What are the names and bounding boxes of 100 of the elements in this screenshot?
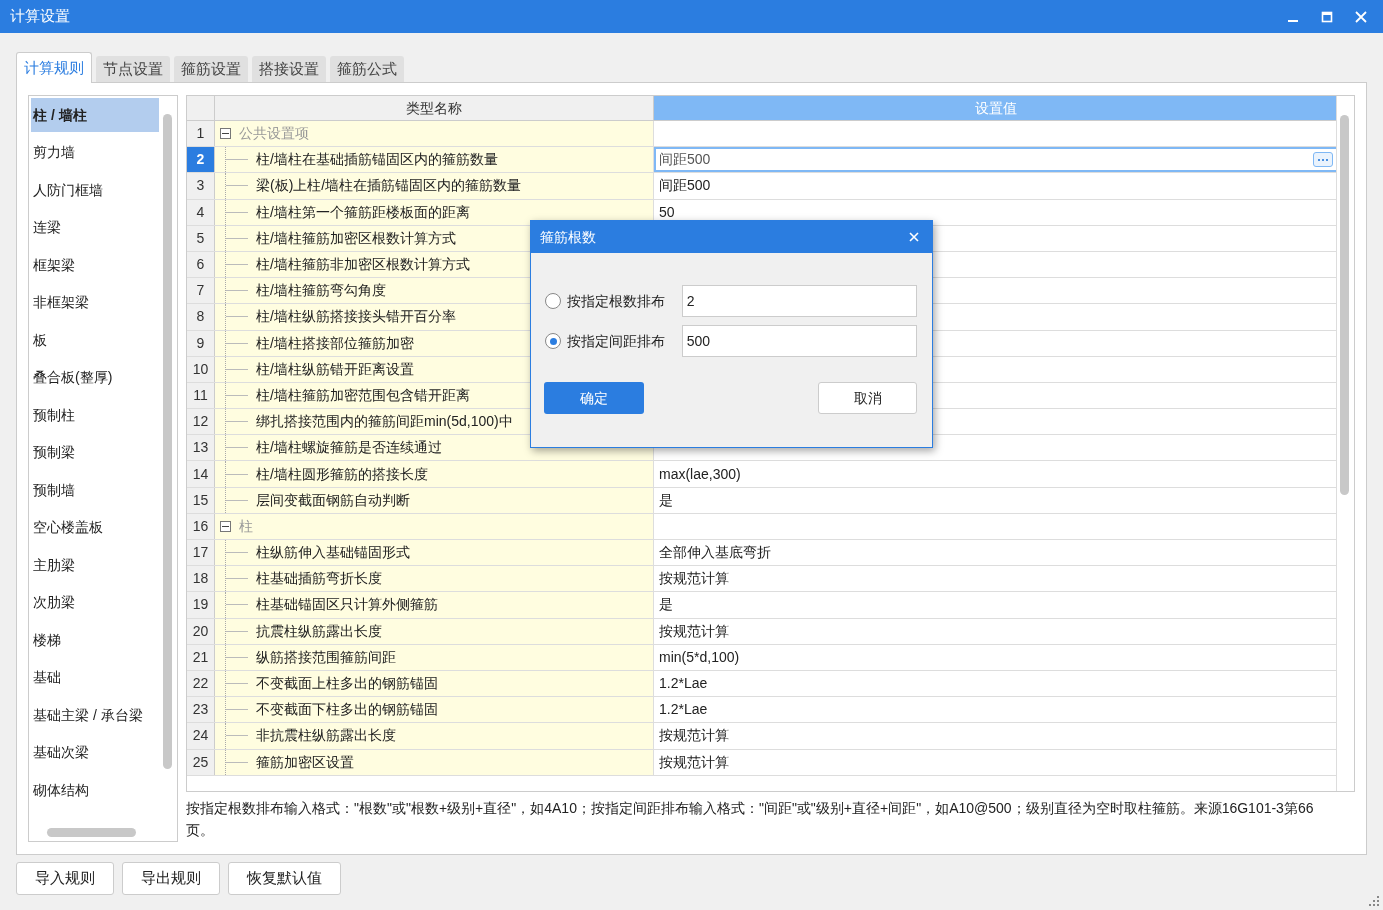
help-text: 按指定根数排布输入格式："根数"或"根数+级别+直径"，如4A10；按指定间距排布输入格式："间距"或"级别+直径+间距"，如A10@500；级别直径为空时取柱箍筋。来源16G101-3第66页。 xyxy=(186,799,1315,840)
row-number: 22 xyxy=(187,670,215,697)
tab[interactable]: 箍筋设置 xyxy=(174,56,248,82)
scrollbar[interactable] xyxy=(1340,115,1349,495)
category-item[interactable]: 楼梯 xyxy=(31,623,159,657)
row-number: 23 xyxy=(187,697,215,723)
row-number: 3 xyxy=(187,173,215,199)
row-number: 24 xyxy=(187,723,215,749)
row-number: 6 xyxy=(187,251,215,278)
setting-name: 柱/墙柱箍筋加密区根数计算方式 xyxy=(256,228,456,248)
setting-name: 柱/墙柱螺旋箍筋是否连续通过 xyxy=(256,438,442,458)
setting-name: 绑扎搭接范围内的箍筋间距min(5d,100)中 xyxy=(256,412,513,432)
setting-name: 抗震柱纵筋露出长度 xyxy=(256,621,382,641)
row-number: 19 xyxy=(187,592,215,618)
tab[interactable]: 箍筋公式 xyxy=(330,56,404,82)
resize-grip-icon[interactable] xyxy=(1369,896,1379,906)
ok-button[interactable]: 确定 xyxy=(544,382,644,414)
category-item[interactable]: 叠合板(整厚) xyxy=(31,360,159,395)
row-number: 9 xyxy=(187,330,215,356)
row-number: 25 xyxy=(187,749,215,775)
setting-value: 按规范计算 xyxy=(659,726,729,746)
category-item[interactable]: 次肋梁 xyxy=(31,585,159,620)
row-number: 17 xyxy=(187,540,215,566)
category-item[interactable]: 非框架梁 xyxy=(31,285,159,320)
radio-button[interactable] xyxy=(545,293,561,309)
maximize-icon[interactable] xyxy=(1321,10,1333,23)
action-button[interactable]: 恢复默认值 xyxy=(228,862,341,895)
row-number: 12 xyxy=(187,409,215,435)
radio-label[interactable]: 按指定根数排布 xyxy=(567,290,682,312)
category-item[interactable]: 砌体结构 xyxy=(31,773,159,807)
setting-name: 梁(板)上柱/墙柱在插筋锚固区内的箍筋数量 xyxy=(256,176,522,196)
input-field[interactable]: 500 xyxy=(681,325,917,357)
tab[interactable]: 节点设置 xyxy=(96,56,170,82)
category-item[interactable]: 框架梁 xyxy=(31,248,159,282)
setting-value: 1.2*Lae xyxy=(659,674,708,694)
category-item[interactable]: 预制墙 xyxy=(31,473,159,507)
category-item[interactable]: 基础主梁 / 承台梁 xyxy=(31,698,159,732)
row-number: 16 xyxy=(187,513,215,539)
row-number: 5 xyxy=(187,225,215,251)
close-icon[interactable] xyxy=(1355,10,1367,23)
column-header[interactable]: 类型名称 xyxy=(215,96,654,120)
setting-name: 柱纵筋伸入基础锚固形式 xyxy=(256,543,410,563)
setting-name: 柱/墙柱圆形箍筋的搭接长度 xyxy=(256,464,428,484)
scrollbar[interactable] xyxy=(163,114,172,769)
tab[interactable]: 计算规则 xyxy=(16,52,92,83)
category-item[interactable]: 预制梁 xyxy=(31,435,159,470)
category-item[interactable]: 空心楼盖板 xyxy=(31,510,159,545)
row-number: 1 xyxy=(187,121,215,147)
category-item[interactable]: 基础次梁 xyxy=(31,735,159,770)
setting-name: 箍筋加密区设置 xyxy=(256,752,354,772)
setting-name: 柱/墙柱纵筋错开距离设置 xyxy=(256,359,414,379)
more-button[interactable] xyxy=(1313,152,1333,168)
category-item[interactable]: 基础 xyxy=(31,660,159,695)
radio-label[interactable]: 按指定间距排布 xyxy=(567,330,682,352)
setting-name: 层间变截面钢筋自动判断 xyxy=(256,490,410,510)
collapse-icon[interactable] xyxy=(220,520,231,532)
row-number: 10 xyxy=(187,356,215,382)
setting-name: 柱/墙柱在基础插筋锚固区内的箍筋数量 xyxy=(256,150,498,170)
setting-name: 不变截面上柱多出的钢筋锚固 xyxy=(256,674,438,694)
row-number: 2 xyxy=(187,147,215,173)
collapse-icon[interactable] xyxy=(220,128,231,140)
category-item[interactable]: 人防门框墙 xyxy=(31,173,159,207)
tab[interactable]: 搭接设置 xyxy=(252,56,326,82)
group-label: 柱 xyxy=(239,516,253,536)
row-number: 14 xyxy=(187,461,215,487)
setting-value: 是 xyxy=(659,595,673,615)
setting-name: 柱/墙柱箍筋加密范围包含错开距离 xyxy=(256,385,470,405)
dialog-title: 箍筋根数 xyxy=(540,227,596,247)
category-item[interactable]: 柱 / 墙柱 xyxy=(31,98,159,132)
setting-value: 按规范计算 xyxy=(659,569,729,589)
setting-name: 柱/墙柱第一个箍筋距楼板面的距离 xyxy=(256,202,470,222)
setting-value: 50 xyxy=(659,202,675,222)
setting-value: 按规范计算 xyxy=(659,621,729,641)
action-button[interactable]: 导入规则 xyxy=(16,862,114,895)
window-title: 计算设置 xyxy=(10,6,70,27)
category-item[interactable]: 剪力墙 xyxy=(31,135,159,170)
action-button[interactable]: 导出规则 xyxy=(122,862,220,895)
row-number: 15 xyxy=(187,487,215,513)
setting-value: max(lae,300) xyxy=(659,464,741,484)
setting-name: 柱/墙柱纵筋搭接接头错开百分率 xyxy=(256,307,456,327)
setting-value: 间距500 xyxy=(659,176,711,196)
setting-value[interactable]: 间距500 xyxy=(659,149,711,171)
close-icon[interactable] xyxy=(909,232,919,242)
setting-value: 全部伸入基底弯折 xyxy=(659,543,771,563)
input-field[interactable]: 2 xyxy=(681,285,917,317)
cancel-button[interactable]: 取消 xyxy=(818,382,917,414)
category-item[interactable]: 连梁 xyxy=(31,210,159,245)
category-item[interactable]: 板 xyxy=(31,323,159,357)
radio-button[interactable] xyxy=(545,333,561,349)
setting-name: 柱/墙柱搭接部位箍筋加密 xyxy=(256,333,414,353)
category-item[interactable]: 主肋梁 xyxy=(31,548,159,582)
row-number: 21 xyxy=(187,644,215,670)
setting-name: 柱基础锚固区只计算外侧箍筋 xyxy=(256,595,438,615)
scrollbar[interactable] xyxy=(47,828,136,837)
setting-name: 不变截面下柱多出的钢筋锚固 xyxy=(256,700,438,720)
row-number: 4 xyxy=(187,199,215,225)
setting-value: 按规范计算 xyxy=(659,752,729,772)
setting-value: 1.2*Lae xyxy=(659,700,708,720)
row-number: 7 xyxy=(187,278,215,304)
category-item[interactable]: 预制柱 xyxy=(31,398,159,432)
